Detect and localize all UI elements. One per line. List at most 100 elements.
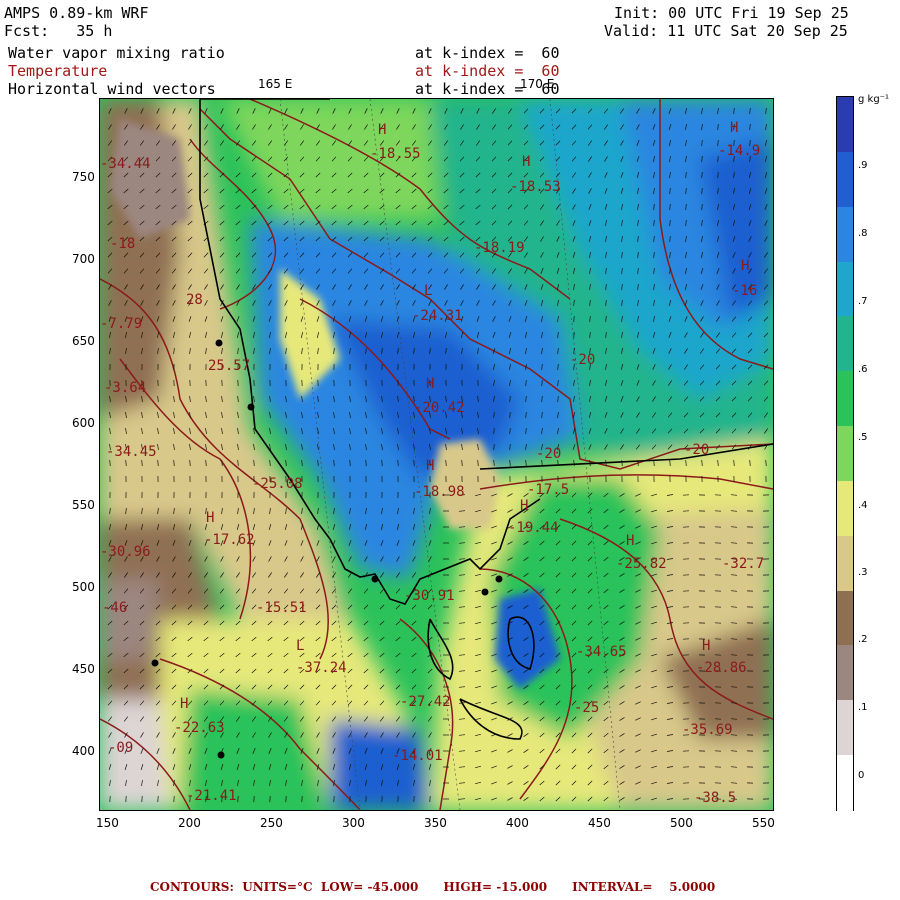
y-tick-550: 550 — [72, 498, 95, 512]
y-tick-500: 500 — [72, 580, 95, 594]
contour-label: -20 — [684, 442, 709, 458]
field2-name: Temperature — [8, 62, 108, 80]
contour-label: -30.96 — [100, 544, 151, 560]
lon-label-165e: 165 E — [258, 77, 293, 91]
contour-label: L — [296, 638, 304, 654]
contour-label: -20 — [536, 446, 561, 462]
contour-label: H — [180, 696, 188, 712]
model-title: AMPS 0.89-km WRF — [4, 4, 149, 22]
map-panel: H -18.55 H -18.53 H -14.9 -18.19 L -24.31 H -16 -20… — [99, 98, 774, 811]
contour-label: H — [741, 258, 749, 274]
contour-label: 28 — [186, 292, 203, 308]
colorbar-label-0.4: .4 — [858, 500, 868, 511]
colorbar-label-0: 0 — [858, 770, 865, 781]
colorbar-segment — [837, 755, 853, 811]
y-tick-700: 700 — [72, 252, 95, 266]
contour-label: -46 — [102, 600, 127, 616]
contour-label: -22.63 — [174, 720, 225, 736]
colorbar-segment — [837, 590, 853, 647]
x-tick-250: 250 — [260, 816, 283, 830]
colorbar-label-0.1: .1 — [858, 702, 868, 713]
contour-label: H — [522, 154, 530, 170]
contour-label: -18.53 — [510, 179, 561, 195]
contour-label: H — [626, 533, 634, 549]
y-tick-650: 650 — [72, 334, 95, 348]
forecast-hour: Fcst: 35 h — [4, 22, 113, 40]
colorbar-segment — [837, 700, 853, 757]
contour-label: -14.01 — [392, 748, 443, 764]
x-tick-150: 150 — [96, 816, 119, 830]
colorbar-label-0.6: .6 — [858, 364, 868, 375]
x-tick-200: 200 — [178, 816, 201, 830]
x-tick-300: 300 — [342, 816, 365, 830]
contour-label: L — [424, 283, 432, 299]
contour-label: -18.55 — [370, 146, 421, 162]
colorbar-segment — [837, 316, 853, 373]
contour-label: H — [520, 498, 528, 514]
y-tick-450: 450 — [72, 662, 95, 676]
colorbar-label-0.7: .7 — [858, 296, 868, 307]
contour-label: -27.42 — [400, 694, 451, 710]
colorbar-label-0.8: .8 — [858, 228, 868, 239]
x-tick-350: 350 — [424, 816, 447, 830]
y-tick-600: 600 — [72, 416, 95, 430]
field3-name: Horizontal wind vectors — [8, 80, 216, 98]
contour-info: CONTOURS: UNITS=°C LOW= -45.000 HIGH= -1… — [150, 880, 716, 894]
field1-level: at k-index = 60 — [415, 44, 560, 62]
contour-label: -18 — [110, 236, 135, 252]
contour-label: -20 — [570, 352, 595, 368]
x-tick-400: 400 — [506, 816, 529, 830]
contour-label: -25.08 — [252, 476, 303, 492]
contour-label: -17.5 — [527, 482, 569, 498]
colorbar-segment — [837, 371, 853, 428]
colorbar-label-0.2: .2 — [858, 634, 868, 645]
y-tick-750: 750 — [72, 170, 95, 184]
contour-label: -16 — [732, 283, 757, 299]
colorbar-unit: g kg⁻¹ — [858, 94, 889, 105]
x-tick-450: 450 — [588, 816, 611, 830]
field1-name: Water vapor mixing ratio — [8, 44, 225, 62]
contour-label: -34.44 — [100, 156, 151, 172]
contour-label: 25.57 — [208, 358, 250, 374]
x-tick-550: 550 — [752, 816, 775, 830]
contour-label: -3.64 — [104, 380, 146, 396]
contour-label: -19.44 — [508, 520, 559, 536]
colorbar — [836, 96, 854, 811]
colorbar-segment — [837, 645, 853, 702]
contour-label: -21.41 — [186, 788, 237, 804]
x-tick-500: 500 — [670, 816, 693, 830]
contour-label: H — [702, 638, 710, 654]
contour-label: -34.45 — [106, 444, 157, 460]
contour-label: -15.51 — [256, 600, 307, 616]
valid-time: Valid: 11 UTC Sat 20 Sep 25 — [604, 22, 848, 40]
contour-label: H — [426, 376, 434, 392]
contour-label: -37.24 — [296, 660, 347, 676]
contour-label: -14.9 — [718, 143, 760, 159]
contour-label: -25 — [574, 700, 599, 716]
colorbar-segment — [837, 151, 853, 208]
contour-label: -18.98 — [414, 484, 465, 500]
contour-label: -25.82 — [616, 556, 667, 572]
colorbar-segment — [837, 426, 853, 482]
contour-label: -38.5 — [694, 790, 736, 806]
contour-label: H — [206, 510, 214, 526]
colorbar-segment — [837, 261, 853, 318]
contour-label: H — [426, 458, 434, 474]
contour-label: -34.65 — [576, 644, 627, 660]
y-tick-400: 400 — [72, 744, 95, 758]
colorbar-segment — [837, 97, 853, 153]
colorbar-label-0.3: .3 — [858, 567, 868, 578]
contour-label: -24.31 — [412, 308, 463, 324]
contour-label: -20.42 — [414, 400, 465, 416]
colorbar-label-0.5: .5 — [858, 432, 868, 443]
contour-label: -09 — [108, 740, 133, 756]
lon-label-170e: 170 E — [520, 77, 555, 91]
contour-label: -28.86 — [696, 660, 747, 676]
colorbar-segment — [837, 535, 853, 592]
colorbar-label-0.9: .9 — [858, 160, 868, 171]
colorbar-segment — [837, 206, 853, 263]
colorbar-segment — [837, 480, 853, 537]
contour-label: -7.79 — [100, 316, 142, 332]
contour-label: -17.62 — [204, 532, 255, 548]
contour-label: -30.91 — [404, 588, 455, 604]
